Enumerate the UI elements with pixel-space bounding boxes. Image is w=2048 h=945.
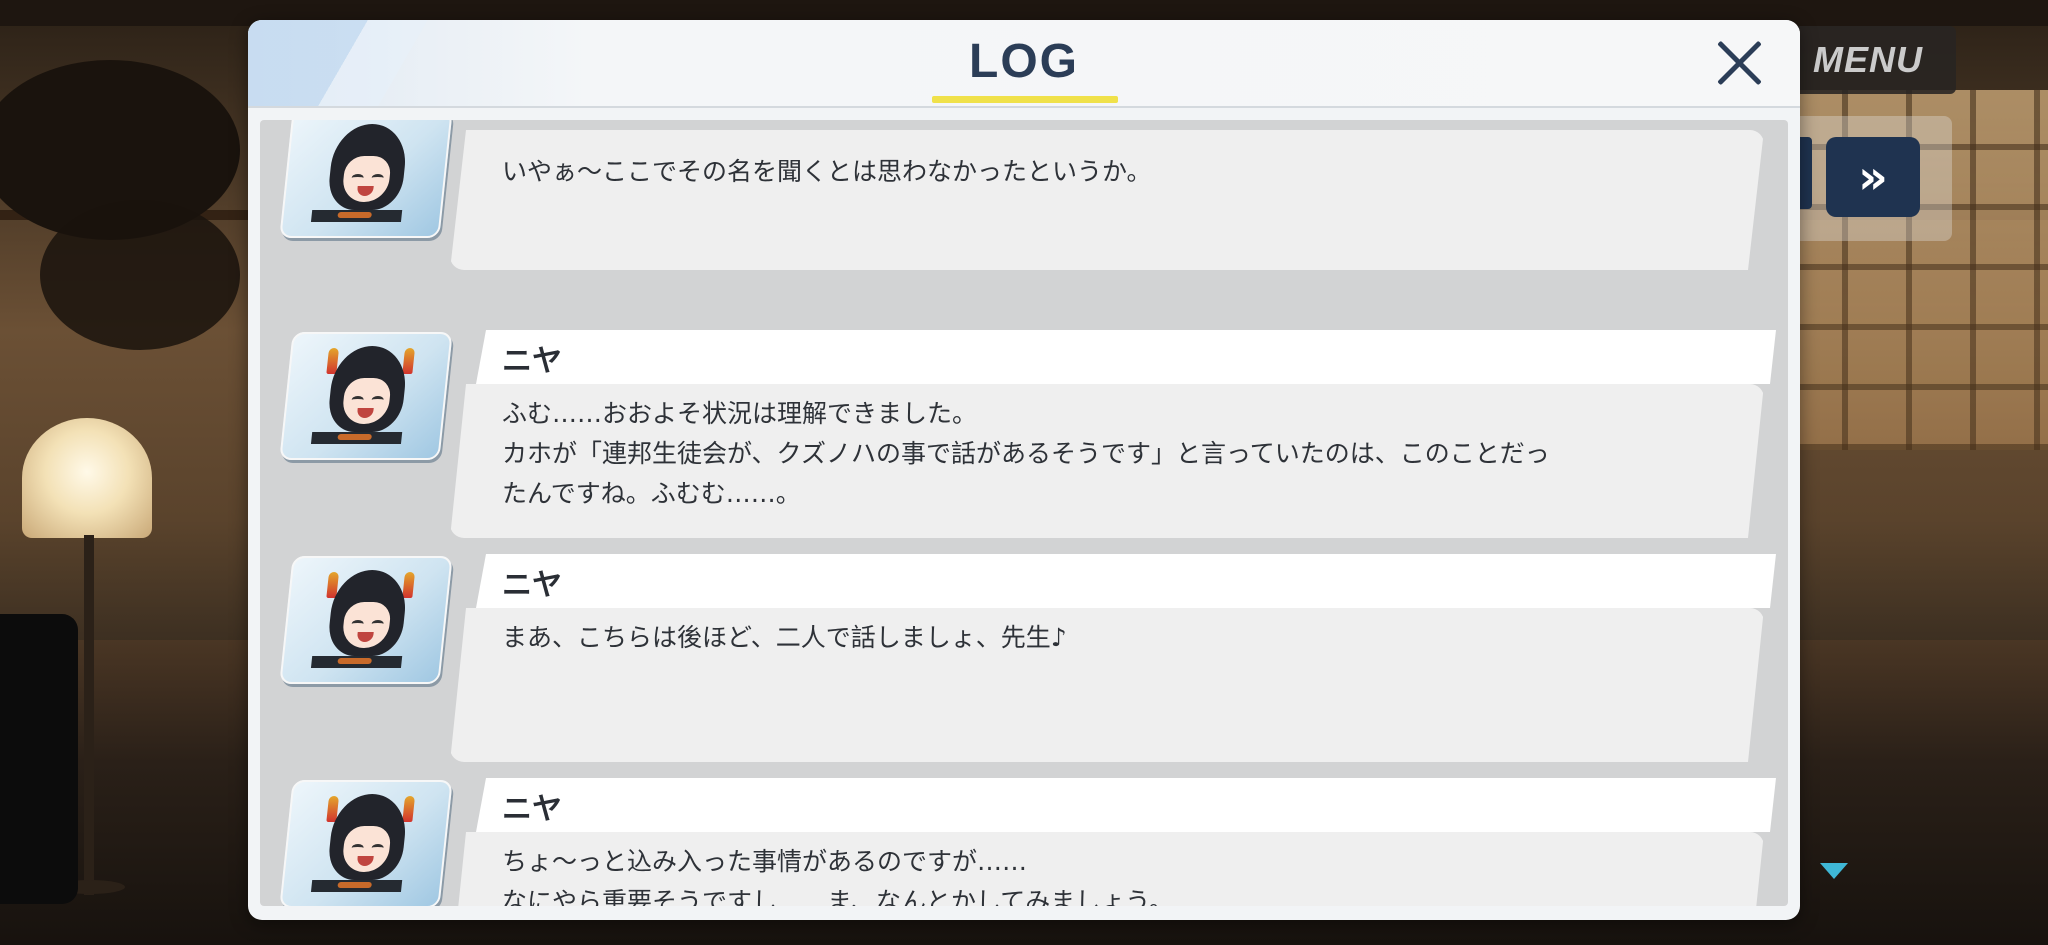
speaker-name: ニヤ — [502, 568, 562, 603]
log-list[interactable]: いやぁ～ここでその名を聞くとは思わなかったというか。 ニヤ ふむ……おおよそ状況… — [260, 120, 1788, 906]
log-title: LOG — [969, 35, 1079, 88]
speaker-name-bar — [476, 778, 1776, 832]
speaker-portrait — [279, 332, 453, 460]
speaker-name-bar — [476, 554, 1776, 608]
next-indicator-icon — [1820, 863, 1848, 879]
log-dialog-header: LOG — [248, 20, 1800, 106]
left-side-panel — [0, 614, 78, 904]
close-button[interactable] — [1710, 32, 1770, 92]
fast-forward-icon: » — [1858, 150, 1888, 204]
speaker-portrait — [279, 556, 453, 684]
header-divider — [248, 106, 1800, 108]
message-text: まあ、こちらは後ほど、二人で話しましょ、先生♪ — [502, 623, 1067, 652]
speaker-portrait — [279, 120, 453, 238]
background-lamp — [22, 418, 152, 538]
log-dialog: LOG いやぁ～ここでその名を聞くとは思わなかったというか。 ニヤ ふむ……おお… — [248, 20, 1800, 920]
message-text: いやぁ～ここでその名を聞くとは思わなかったというか。 — [502, 157, 1152, 186]
menu-button[interactable]: MENU — [1780, 26, 1956, 94]
fast-forward-button[interactable]: » — [1826, 137, 1920, 217]
title-underline — [932, 96, 1118, 103]
speaker-portrait — [279, 780, 453, 906]
speaker-name: ニヤ — [502, 344, 562, 379]
speaker-name: ニヤ — [502, 792, 562, 827]
speaker-name-bar — [476, 330, 1776, 384]
background-lamp-pole — [84, 535, 94, 895]
message-bubble — [450, 130, 1764, 270]
background-tree — [40, 200, 240, 350]
message-text: ふむ……おおよそ状況は理解できました。 カホが「連邦生徒会が、クズノハの事で話が… — [502, 399, 1550, 508]
message-text: ちょ～っと込み入った事情があるのですが…… なにやら重要そうですし……ま、なんと… — [502, 847, 1174, 906]
